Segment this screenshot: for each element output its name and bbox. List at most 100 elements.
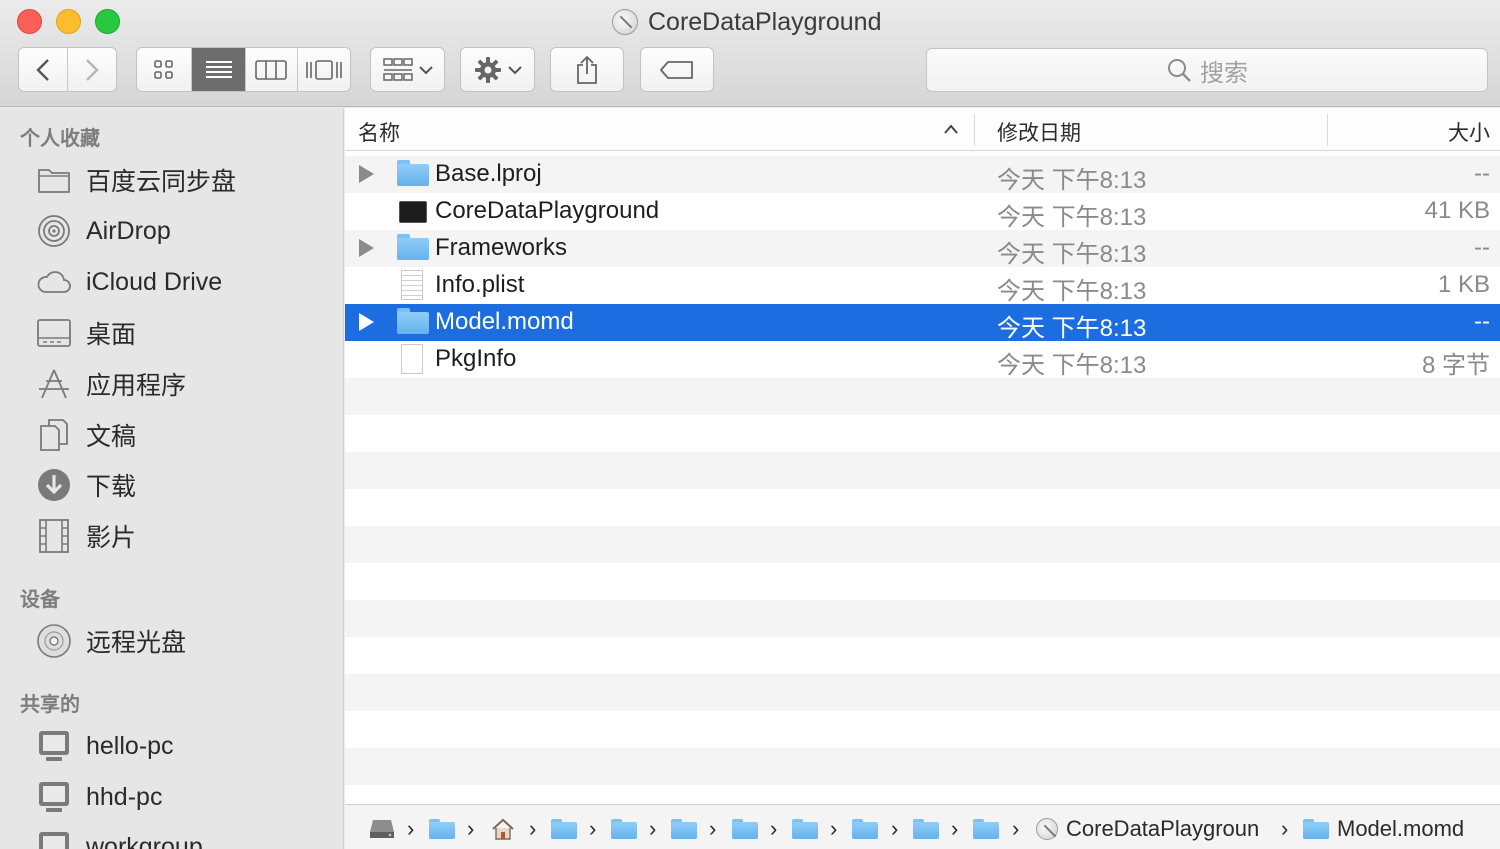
path-segment-folder[interactable] xyxy=(611,817,637,841)
sidebar-item-downloads[interactable]: 下载 xyxy=(36,465,136,505)
column-view-button[interactable] xyxy=(246,48,298,91)
path-segment-users[interactable] xyxy=(429,817,455,841)
window-title-text: CoreDataPlayground xyxy=(648,7,882,36)
path-segment-library[interactable] xyxy=(551,817,577,841)
file-size: -- xyxy=(1474,160,1490,187)
minimize-window-button[interactable] xyxy=(56,9,81,34)
column-headers: 名称 修改日期 大小 xyxy=(345,108,1500,151)
tag-icon xyxy=(660,60,693,79)
sidebar-section-devices: 设备 xyxy=(20,589,60,611)
path-separator-icon: › xyxy=(891,816,899,841)
file-date: 今天 下午8:13 xyxy=(997,352,1147,379)
sidebar-item-desktop[interactable]: 桌面 xyxy=(36,313,136,353)
column-header-size[interactable]: 大小 xyxy=(1448,117,1490,147)
table-row[interactable]: Frameworks 今天 下午8:13 -- xyxy=(345,230,1500,268)
file-name: Frameworks xyxy=(435,234,568,261)
path-segment-folder[interactable] xyxy=(792,817,818,841)
share-button[interactable] xyxy=(550,47,624,92)
forward-button[interactable] xyxy=(68,48,117,91)
folder-icon xyxy=(913,819,939,839)
path-segment-folder[interactable] xyxy=(973,817,999,841)
path-segment-home[interactable] xyxy=(491,817,515,841)
column-header-name[interactable]: 名称 xyxy=(358,117,400,147)
cloud-icon xyxy=(36,264,72,300)
app-icon xyxy=(1036,818,1058,840)
document-icon xyxy=(401,344,423,374)
path-segment-folder[interactable] xyxy=(852,817,878,841)
path-app-label: CoreDataPlaygroun xyxy=(1066,817,1260,841)
airdrop-icon xyxy=(36,213,72,249)
sidebar-item-icloud-drive[interactable]: iCloud Drive xyxy=(36,262,222,302)
search-field[interactable]: 搜索 xyxy=(926,48,1488,92)
sidebar-item-label: 百度云同步盘 xyxy=(86,168,237,196)
file-date: 今天 下午8:13 xyxy=(997,315,1147,342)
column-header-date[interactable]: 修改日期 xyxy=(997,117,1081,147)
back-forward-control xyxy=(18,47,117,92)
path-segment-folder[interactable] xyxy=(732,817,758,841)
disclosure-triangle-icon[interactable] xyxy=(359,239,374,257)
folder-icon xyxy=(429,819,455,839)
documents-icon xyxy=(36,417,72,453)
table-row[interactable]: PkgInfo 今天 下午8:13 8 字节 xyxy=(345,341,1500,379)
path-segment-current[interactable]: Model.momd xyxy=(1303,816,1464,841)
sidebar-item-label: hhd-pc xyxy=(86,782,163,811)
table-row[interactable]: Base.lproj 今天 下午8:13 -- xyxy=(345,156,1500,194)
sidebar-item-remote-disc[interactable]: 远程光盘 xyxy=(36,621,186,661)
sidebar-item-workgroup[interactable]: workgroup xyxy=(36,827,203,849)
tags-button[interactable] xyxy=(640,47,714,92)
chevron-down-icon xyxy=(507,65,522,74)
file-date: 今天 下午8:13 xyxy=(997,204,1147,231)
icon-view-icon xyxy=(154,59,174,79)
icon-view-button[interactable] xyxy=(137,48,193,91)
path-segment-folder[interactable] xyxy=(671,817,697,841)
sidebar-item-label: 下载 xyxy=(86,473,137,501)
path-segment-app[interactable]: CoreDataPlaygroun xyxy=(1036,817,1268,841)
column-view-icon xyxy=(255,59,288,80)
path-separator-icon: › xyxy=(951,816,959,841)
file-date: 今天 下午8:13 xyxy=(997,167,1147,194)
back-button[interactable] xyxy=(19,48,68,91)
plist-file-icon xyxy=(401,270,423,300)
coverflow-view-button[interactable] xyxy=(298,48,351,91)
sidebar-section-shared: 共享的 xyxy=(20,694,80,716)
close-window-button[interactable] xyxy=(17,9,42,34)
disclosure-triangle-icon[interactable] xyxy=(359,165,374,183)
empty-row xyxy=(345,378,1500,415)
path-separator-icon: › xyxy=(830,816,838,841)
folder-icon xyxy=(1303,819,1329,839)
sidebar: 个人收藏 百度云同步盘 AirDrop iCloud Drive 桌面 应用程序 xyxy=(0,108,344,849)
list-view-button[interactable] xyxy=(192,48,246,91)
table-row-selected[interactable]: Model.momd 今天 下午8:13 -- xyxy=(345,304,1500,342)
coverflow-view-icon xyxy=(305,59,342,80)
sidebar-item-applications[interactable]: 应用程序 xyxy=(36,364,186,404)
computer-icon xyxy=(36,779,72,815)
column-divider xyxy=(1327,114,1328,146)
folder-icon xyxy=(852,819,878,839)
file-size: 8 字节 xyxy=(1421,352,1490,379)
path-segment-folder[interactable] xyxy=(913,817,939,841)
desktop-icon xyxy=(36,315,72,351)
action-menu-button[interactable] xyxy=(460,47,535,92)
sidebar-item-baidu-sync[interactable]: 百度云同步盘 xyxy=(36,160,236,200)
gear-icon xyxy=(474,56,501,83)
sidebar-item-documents[interactable]: 文稿 xyxy=(36,415,136,455)
folder-icon xyxy=(671,819,697,839)
disclosure-triangle-icon[interactable] xyxy=(359,313,374,331)
empty-row xyxy=(345,415,1500,452)
sidebar-item-movies[interactable]: 影片 xyxy=(36,516,136,556)
folder-icon xyxy=(397,234,429,262)
sidebar-item-hhd-pc[interactable]: hhd-pc xyxy=(36,777,162,817)
list-view-icon xyxy=(205,60,232,78)
sidebar-item-airdrop[interactable]: AirDrop xyxy=(36,211,171,251)
path-separator-icon: › xyxy=(649,816,657,841)
empty-row xyxy=(345,489,1500,526)
zoom-window-button[interactable] xyxy=(95,9,120,34)
path-separator-icon: › xyxy=(467,816,475,841)
sidebar-item-hello-pc[interactable]: hello-pc xyxy=(36,726,174,766)
arrange-button[interactable] xyxy=(370,47,445,92)
sidebar-item-label: 影片 xyxy=(86,524,137,552)
file-list: 名称 修改日期 大小 Base.lproj 今天 下午8:13 -- CoreD… xyxy=(345,108,1500,849)
table-row[interactable]: Info.plist 今天 下午8:13 1 KB xyxy=(345,267,1500,305)
path-segment-disk[interactable] xyxy=(369,817,395,841)
table-row[interactable]: CoreDataPlayground 今天 下午8:13 41 KB xyxy=(345,193,1500,231)
